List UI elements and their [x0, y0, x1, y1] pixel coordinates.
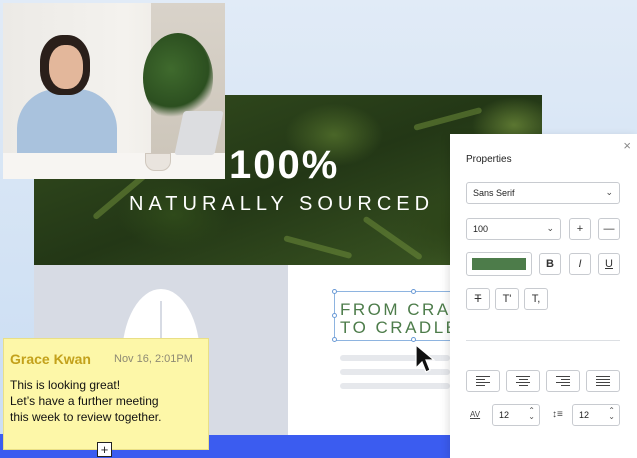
note-author: Grace Kwan: [10, 351, 91, 367]
panel-divider: [466, 340, 620, 341]
woman-at-laptop-photo[interactable]: [3, 3, 225, 179]
align-right-icon: [556, 376, 570, 386]
resize-handle[interactable]: [332, 337, 337, 342]
stepper-icon[interactable]: ⌃ ⌄: [528, 407, 535, 421]
justify-icon: [596, 376, 610, 386]
background-plant: [143, 33, 213, 123]
note-timestamp: Nov 16, 2:01PM: [114, 353, 193, 365]
resize-handle[interactable]: [332, 289, 337, 294]
palm-frond: [413, 106, 483, 131]
coffee-cup: [145, 153, 171, 171]
justify-button[interactable]: [586, 370, 620, 392]
align-left-button[interactable]: [466, 370, 500, 392]
subscript-button[interactable]: T,: [524, 288, 548, 310]
align-center-icon: [516, 376, 530, 386]
resize-handle[interactable]: [332, 313, 337, 318]
letter-spacing-input[interactable]: 12 ⌃ ⌄: [492, 404, 540, 426]
line-spacing-icon: ↕≡: [552, 409, 563, 420]
resize-handle[interactable]: [411, 289, 416, 294]
close-icon[interactable]: ×: [623, 138, 631, 153]
align-left-icon: [476, 376, 490, 386]
placeholder-text-line: [340, 383, 450, 389]
person-face: [49, 45, 83, 89]
chevron-down-icon: ⌄: [605, 186, 613, 197]
panel-title: Properties: [466, 154, 512, 165]
line-spacing-input[interactable]: 12 ⌃ ⌄: [572, 404, 620, 426]
italic-button[interactable]: I: [569, 253, 591, 275]
add-icon[interactable]: +: [97, 442, 112, 457]
decrease-font-size-button[interactable]: —: [598, 218, 620, 240]
palm-frond: [283, 235, 353, 260]
align-right-button[interactable]: [546, 370, 580, 392]
note-message: This is looking great! Let’s have a furt…: [10, 378, 162, 424]
letter-spacing-icon: AV: [470, 410, 481, 419]
superscript-button[interactable]: T': [495, 288, 519, 310]
underline-button[interactable]: U: [598, 253, 620, 275]
comment-note[interactable]: Grace Kwan Nov 16, 2:01PM This is lookin…: [3, 338, 209, 450]
chevron-down-icon: ⌄: [546, 222, 554, 233]
resize-handle[interactable]: [411, 337, 416, 342]
bold-button[interactable]: B: [539, 253, 561, 275]
text-color-picker[interactable]: [466, 252, 532, 276]
font-size-value: 100: [473, 224, 489, 234]
properties-panel: × Properties Sans Serif ⌄ 100 ⌄ + — B I …: [450, 134, 637, 458]
font-family-select[interactable]: Sans Serif ⌄: [466, 182, 620, 204]
align-center-button[interactable]: [506, 370, 540, 392]
font-family-value: Sans Serif: [473, 188, 515, 198]
increase-font-size-button[interactable]: +: [569, 218, 591, 240]
stepper-icon[interactable]: ⌃ ⌄: [608, 407, 615, 421]
font-size-select[interactable]: 100 ⌄: [466, 218, 561, 240]
color-swatch: [472, 258, 526, 270]
letter-spacing-value: 12: [499, 410, 510, 420]
palm-frond: [362, 215, 424, 261]
desk: [3, 153, 225, 179]
hero-subheadline[interactable]: NATURALLY SOURCED: [129, 193, 434, 216]
mouse-pointer-icon: [415, 344, 436, 373]
hero-headline[interactable]: 100%: [229, 143, 339, 188]
strikethrough-button[interactable]: T: [466, 288, 490, 310]
line-spacing-value: 12: [579, 410, 590, 420]
